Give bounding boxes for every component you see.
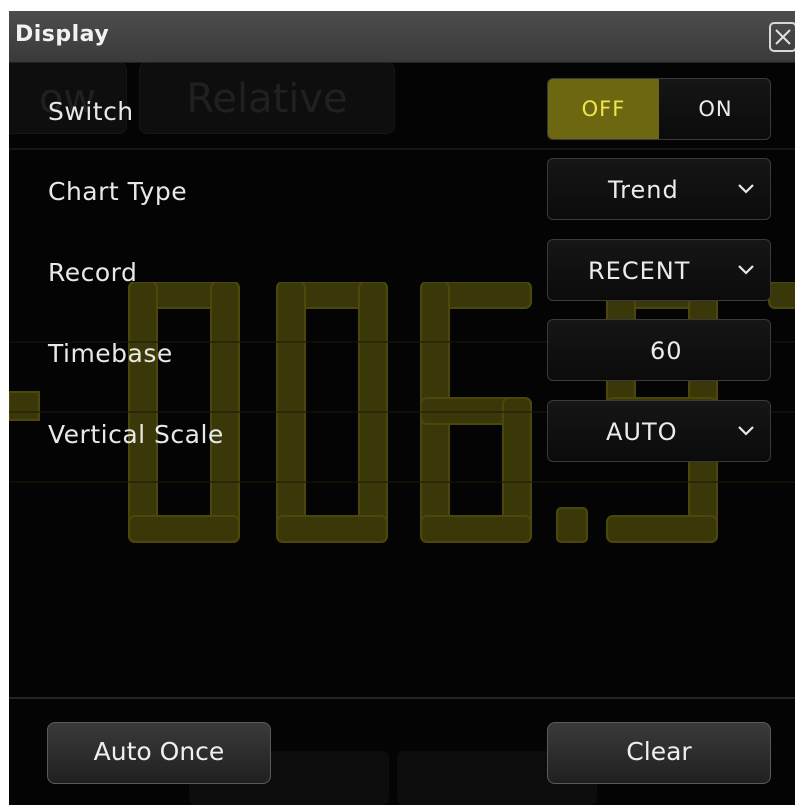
- switch-label: Switch: [48, 97, 134, 126]
- chevron-down-icon: [738, 265, 754, 275]
- row-divider: [9, 148, 795, 150]
- dialog-title-bar: Display: [9, 11, 795, 63]
- timebase-value: 60: [650, 337, 683, 365]
- dialog-title: Display: [15, 22, 110, 47]
- chart-type-value: Trend: [608, 176, 679, 204]
- vertical-scale-dropdown[interactable]: AUTO: [547, 400, 771, 462]
- display-dialog: ow Relative Display Switch OFF ON Chart …: [9, 11, 795, 805]
- timebase-input[interactable]: 60: [547, 319, 771, 381]
- chevron-down-icon: [738, 426, 754, 436]
- switch-on-option[interactable]: ON: [659, 79, 770, 139]
- footer-divider: [9, 697, 795, 699]
- close-icon: [775, 29, 791, 45]
- vertical-scale-value: AUTO: [606, 418, 678, 446]
- chart-type-label: Chart Type: [48, 177, 188, 206]
- chart-type-dropdown[interactable]: Trend: [547, 158, 771, 220]
- record-label: Record: [48, 258, 138, 287]
- close-button[interactable]: [769, 22, 795, 52]
- clear-button[interactable]: Clear: [547, 722, 771, 784]
- background-tab-relative: Relative: [139, 62, 395, 134]
- switch-off-option[interactable]: OFF: [548, 79, 659, 139]
- vertical-scale-label: Vertical Scale: [48, 420, 224, 449]
- auto-once-button[interactable]: Auto Once: [47, 722, 271, 784]
- switch-toggle[interactable]: OFF ON: [547, 78, 771, 140]
- timebase-label: Timebase: [48, 339, 173, 368]
- record-value: RECENT: [588, 257, 691, 285]
- chevron-down-icon: [738, 184, 754, 194]
- record-dropdown[interactable]: RECENT: [547, 239, 771, 301]
